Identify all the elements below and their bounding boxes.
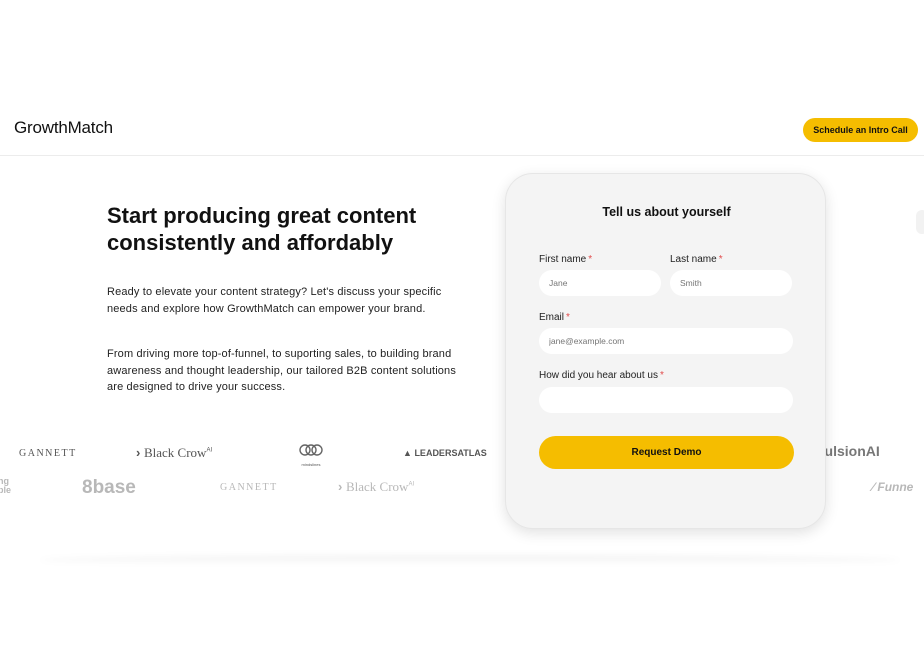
hero-title: Start producing great content consistent… (107, 203, 417, 255)
required-asterisk: * (659, 370, 664, 381)
black-crow-logo-text: Black Crow (143, 445, 207, 460)
chevron-right-icon: › (338, 479, 343, 494)
mindslines-logo: mindslines (297, 443, 325, 467)
leaders-atlas-logo-text: LEADERSATLAS (414, 448, 487, 458)
demo-request-form: Tell us about yourself First name* Last … (505, 173, 826, 529)
funnel-logo: ⁄ Funne (872, 480, 913, 494)
triangle-icon: ▲ (403, 448, 412, 458)
partial-logo-left: ng ple (0, 477, 11, 495)
black-crow-logo-faded: › Black CrowAI (338, 479, 414, 495)
last-name-label-text: Last name (670, 254, 717, 265)
site-header: GrowthMatch Schedule an Intro Call (0, 104, 924, 156)
first-name-label: First name * (539, 254, 592, 265)
leaders-atlas-logo: ▲ LEADERSATLAS (403, 448, 487, 458)
chevron-right-icon: › (136, 445, 141, 460)
required-asterisk: * (588, 254, 593, 265)
first-name-label-text: First name (539, 254, 587, 265)
hero-paragraph-1: Ready to elevate your content strategy? … (107, 286, 442, 315)
section-divider-shadow (40, 555, 900, 565)
form-title: Tell us about yourself (602, 205, 731, 219)
request-demo-button[interactable]: Request Demo (539, 436, 794, 469)
email-label-text: Email (539, 312, 565, 323)
schedule-intro-call-button[interactable]: Schedule an Intro Call (803, 118, 918, 142)
black-crow-logo-faded-text: Black Crow (345, 479, 409, 494)
black-crow-logo: › Black CrowAI (136, 445, 212, 461)
infinity-knot-icon (299, 444, 323, 456)
growthmatch-logo[interactable]: GrowthMatch (14, 118, 113, 138)
ai-superscript: AI (206, 447, 213, 454)
mindslines-logo-text: mindslines (301, 462, 321, 467)
side-tab-decoration (916, 210, 924, 234)
last-name-input[interactable] (670, 270, 792, 296)
referral-source-input[interactable] (539, 387, 793, 413)
funnel-logo-text: Funne (877, 480, 914, 494)
partial-logo-left-line-2: ple (0, 485, 12, 495)
referral-source-label: How did you hear about us * (539, 370, 664, 381)
required-asterisk: * (566, 312, 570, 323)
last-name-label: Last name * (670, 254, 723, 265)
gannett-logo-faded: GANNETT (220, 482, 278, 493)
hero-paragraph-2: From driving more top-of-funnel, to supo… (107, 348, 456, 393)
referral-source-label-text: How did you hear about us (539, 370, 658, 381)
8base-logo: 8base (82, 477, 136, 498)
required-asterisk: * (718, 254, 723, 265)
first-name-input[interactable] (539, 270, 661, 296)
slash-mark-icon: ⁄ (872, 480, 875, 494)
ai-superscript: AI (408, 481, 415, 488)
email-label: Email * (539, 312, 570, 323)
gannett-logo: GANNETT (19, 448, 77, 459)
email-input[interactable] (539, 328, 793, 354)
